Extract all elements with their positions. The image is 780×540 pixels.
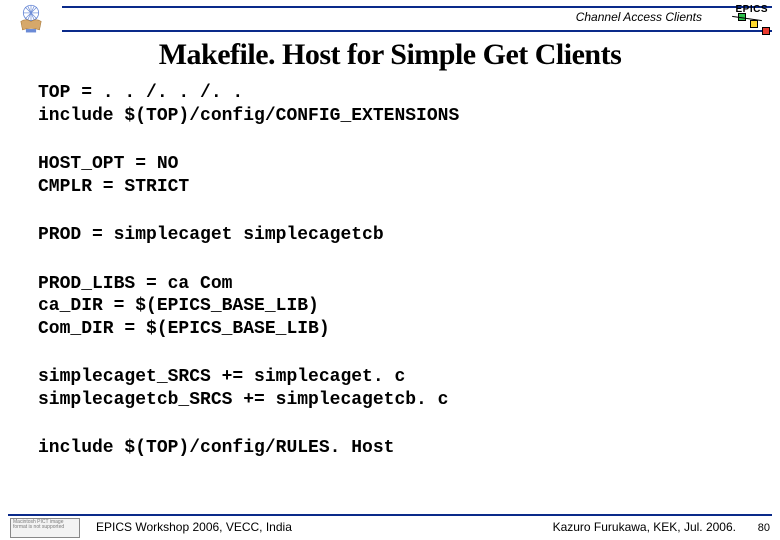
header-rule-top bbox=[62, 6, 772, 8]
page-number: 80 bbox=[758, 522, 770, 534]
footer-rule bbox=[8, 514, 772, 516]
footer-right: Kazuro Furukawa, KEK, Jul. 2006. bbox=[553, 520, 736, 534]
footer-left: EPICS Workshop 2006, VECC, India bbox=[96, 520, 292, 534]
epics-red-icon bbox=[762, 27, 770, 35]
section-label: Channel Access Clients bbox=[576, 10, 702, 24]
header-rule-bottom bbox=[62, 30, 772, 32]
broken-image-icon: Macintosh PICT image format is not suppo… bbox=[10, 518, 80, 538]
epics-logo: EPICS bbox=[714, 4, 772, 32]
code-area: TOP = . . /. . /. . include $(TOP)/confi… bbox=[38, 82, 750, 486]
slide: Channel Access Clients EPICS Makefile. H… bbox=[0, 0, 780, 540]
code-block: PROD = simplecaget simplecagetcb bbox=[38, 224, 750, 247]
code-block: HOST_OPT = NO CMPLR = STRICT bbox=[38, 153, 750, 198]
page-title: Makefile. Host for Simple Get Clients bbox=[0, 38, 780, 72]
epics-connector-icon bbox=[732, 16, 762, 21]
code-block: TOP = . . /. . /. . include $(TOP)/confi… bbox=[38, 82, 750, 127]
emblem-icon bbox=[6, 0, 56, 36]
code-block: simplecaget_SRCS += simplecaget. c simpl… bbox=[38, 366, 750, 411]
epics-yellow-icon bbox=[750, 20, 758, 28]
code-block: include $(TOP)/config/RULES. Host bbox=[38, 437, 750, 460]
header-band: Channel Access Clients EPICS bbox=[0, 0, 780, 36]
code-block: PROD_LIBS = ca Com ca_DIR = $(EPICS_BASE… bbox=[38, 273, 750, 341]
